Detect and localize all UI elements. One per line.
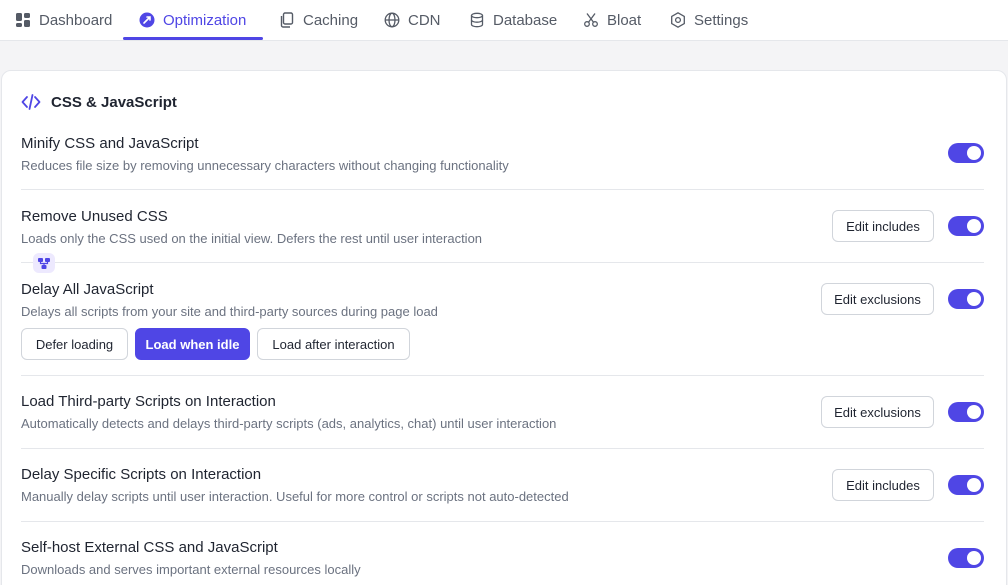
edit-exclusions-button[interactable]: Edit exclusions: [821, 396, 934, 428]
toggle-knob: [967, 219, 981, 233]
load-when-idle-button[interactable]: Load when idle: [135, 328, 250, 360]
third-party-toggle[interactable]: [948, 402, 984, 422]
edit-exclusions-button[interactable]: Edit exclusions: [821, 283, 934, 315]
tab-caching[interactable]: Caching: [279, 0, 358, 40]
setting-title: Minify CSS and JavaScript: [21, 135, 199, 152]
setting-description: Automatically detects and delays third-p…: [21, 416, 557, 431]
section-header: CSS & JavaScript: [21, 93, 177, 111]
tab-label: Bloat: [607, 11, 642, 29]
tab-database[interactable]: Database: [469, 0, 557, 40]
unused-css-toggle[interactable]: [948, 216, 984, 236]
code-icon: [21, 94, 41, 110]
row-divider: [21, 262, 984, 263]
setting-description: Loads only the CSS used on the initial v…: [21, 231, 483, 246]
tab-dashboard[interactable]: Dashboard: [15, 0, 112, 40]
toggle-knob: [967, 551, 981, 565]
setting-title: Delay Specific Scripts on Interaction: [21, 466, 262, 483]
tab-label: Settings: [694, 11, 749, 29]
toggle-knob: [967, 146, 981, 160]
setting-title: Self-host External CSS and JavaScript: [21, 539, 278, 556]
tab-optimization[interactable]: Optimization: [139, 0, 246, 40]
tab-label: Caching: [303, 11, 359, 29]
dashboard-icon: [16, 13, 30, 27]
delay-js-toggle[interactable]: [948, 289, 984, 309]
setting-row-self-host: Self-host External CSS and JavaScript Do…: [21, 539, 984, 579]
tab-cdn[interactable]: CDN: [384, 0, 441, 40]
row-divider: [21, 521, 984, 522]
defer-loading-button[interactable]: Defer loading: [21, 328, 128, 360]
setting-description: Manually delay scripts until user intera…: [21, 489, 569, 504]
drag-handle-badge[interactable]: [33, 253, 55, 273]
setting-description: Delays all scripts from your site and th…: [21, 304, 438, 319]
section-title: CSS & JavaScript: [51, 93, 177, 111]
setting-description: Reduces file size by removing unnecessar…: [21, 158, 509, 173]
tab-label: CDN: [408, 11, 441, 29]
setting-title: Delay All JavaScript: [21, 281, 154, 298]
hierarchy-icon: [38, 257, 50, 269]
globe-icon: [384, 12, 400, 28]
tab-settings[interactable]: Settings: [670, 0, 748, 40]
tab-label: Database: [493, 11, 558, 29]
tab-label: Optimization: [163, 11, 247, 29]
edit-includes-button[interactable]: Edit includes: [832, 469, 934, 501]
setting-title: Remove Unused CSS: [21, 208, 168, 225]
scissors-icon: [584, 13, 598, 27]
database-icon: [470, 12, 484, 28]
optimization-icon: [139, 12, 155, 28]
setting-title: Load Third-party Scripts on Interaction: [21, 393, 276, 410]
edit-includes-button[interactable]: Edit includes: [832, 210, 934, 242]
setting-description: Downloads and serves important external …: [21, 562, 361, 577]
caching-icon: [280, 12, 294, 28]
toggle-knob: [967, 405, 981, 419]
tab-bloat[interactable]: Bloat: [583, 0, 641, 40]
toggle-knob: [967, 292, 981, 306]
minify-toggle[interactable]: [948, 143, 984, 163]
load-after-interaction-button[interactable]: Load after interaction: [257, 328, 410, 360]
tab-label: Dashboard: [39, 11, 113, 29]
self-host-toggle[interactable]: [948, 548, 984, 568]
row-divider: [21, 448, 984, 449]
tab-bar: Dashboard Optimization Caching CDN Datab…: [0, 0, 1008, 41]
active-tab-indicator: [123, 37, 263, 40]
row-divider: [21, 375, 984, 376]
row-divider: [21, 189, 984, 190]
gear-icon: [671, 12, 685, 28]
setting-row-minify: Minify CSS and JavaScript Reduces file s…: [21, 135, 984, 175]
specific-scripts-toggle[interactable]: [948, 475, 984, 495]
toggle-knob: [967, 478, 981, 492]
